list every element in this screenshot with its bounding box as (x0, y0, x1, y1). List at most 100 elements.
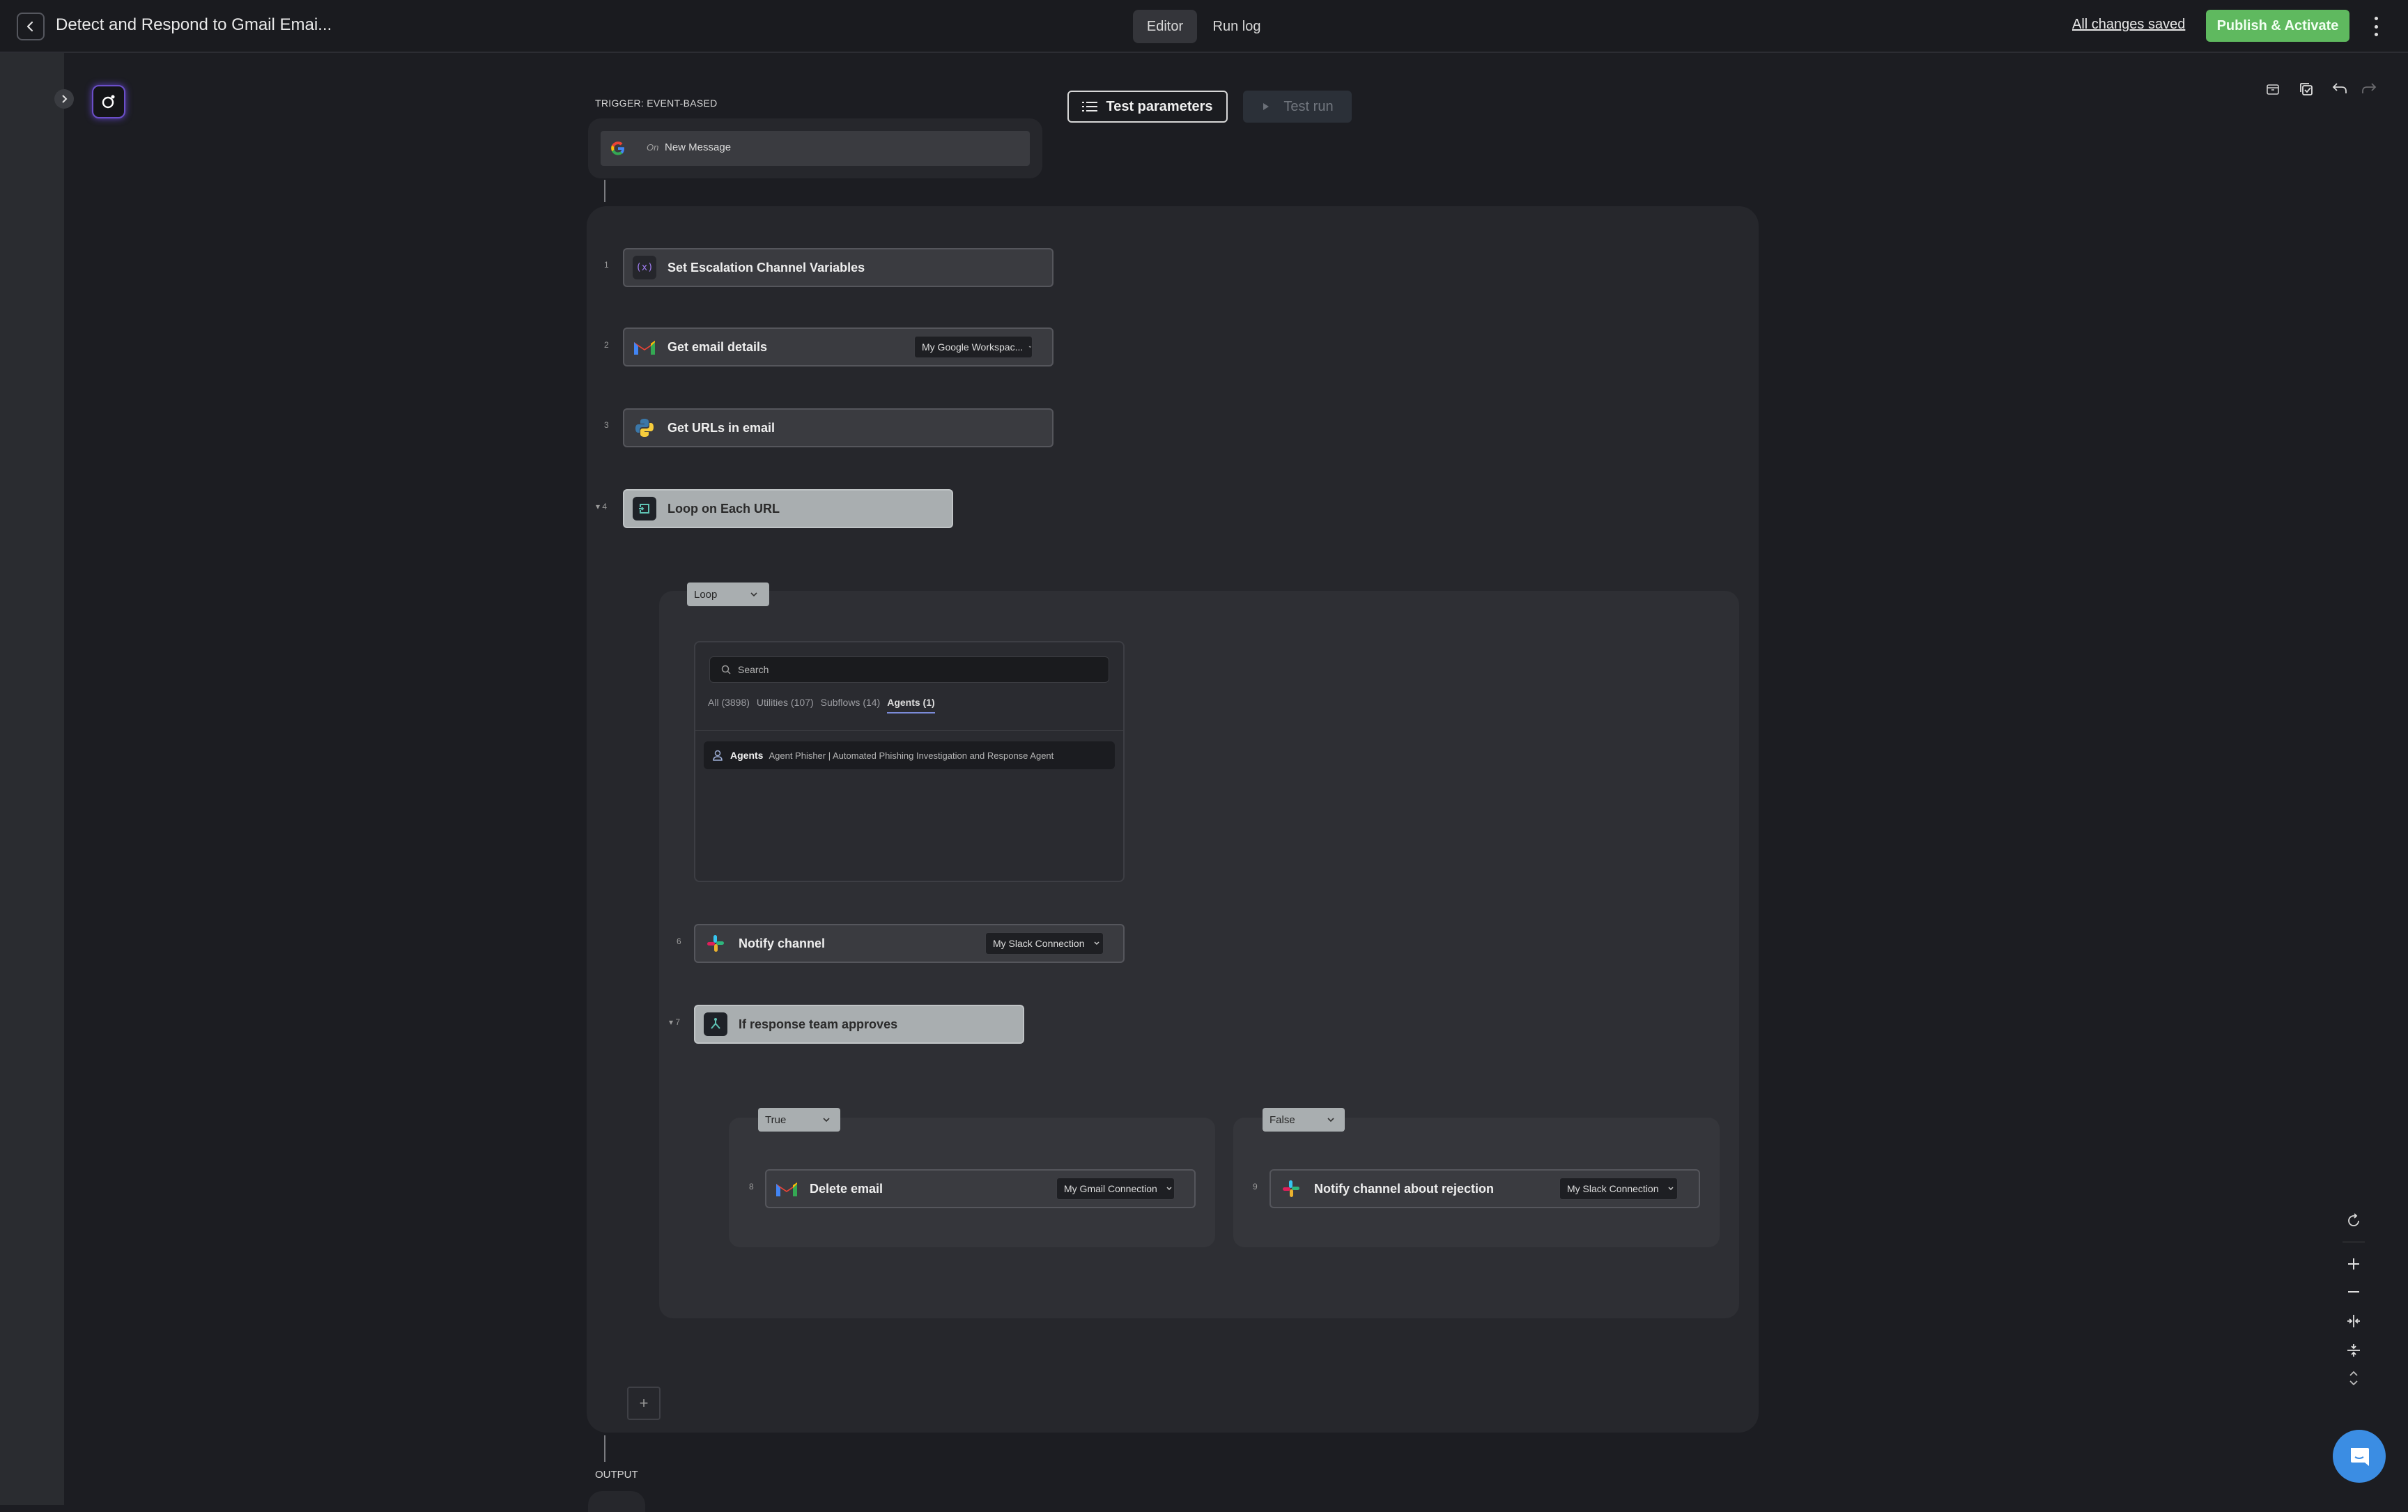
connection-label: My Slack Connection (993, 938, 1085, 949)
step-label: Set Escalation Channel Variables (667, 260, 865, 275)
search-icon (721, 665, 731, 674)
step-number: 4 (602, 502, 608, 511)
step-label: Notify channel about rejection (1314, 1181, 1495, 1196)
divider (695, 730, 1123, 731)
zoom-out-button[interactable] (2340, 1278, 2368, 1306)
connection-select[interactable]: My Slack Connection (985, 932, 1104, 955)
agent-icon (713, 750, 723, 761)
archive-icon (2267, 84, 2279, 95)
step-label: Notify channel (739, 936, 826, 950)
step-get-email-details[interactable]: Get email details My Google Workspac... (623, 327, 1054, 367)
step-number: 7 (675, 1017, 681, 1027)
agent-result-item[interactable]: Agents Agent Phisher | Automated Phishin… (704, 741, 1115, 769)
redo-button[interactable] (2356, 75, 2382, 100)
chevrons-vertical-icon (2349, 1371, 2358, 1386)
step-number: 8 (749, 1182, 754, 1191)
connection-label: My Google Workspac... (922, 341, 1024, 353)
loop-icon (633, 497, 656, 520)
google-icon (611, 141, 624, 155)
list-icon (1082, 102, 1098, 111)
connection-label: My Slack Connection (1567, 1183, 1659, 1194)
fit-height-button[interactable] (2340, 1336, 2368, 1364)
step-number: 9 (1253, 1182, 1258, 1191)
step-label: Get URLs in email (667, 420, 775, 435)
step-notify-rejection[interactable]: Notify channel about rejection My Slack … (1269, 1169, 1700, 1208)
undo-icon (2332, 83, 2347, 93)
test-parameters-button[interactable]: Test parameters (1067, 91, 1228, 123)
trigger-step[interactable]: On New Message (601, 131, 1030, 166)
step-loop-each-url[interactable]: Loop on Each URL (623, 489, 953, 528)
false-label: False (1269, 1113, 1295, 1126)
connection-select[interactable]: My Gmail Connection (1056, 1178, 1175, 1200)
gmail-icon (775, 1177, 798, 1201)
redo-icon (2362, 83, 2377, 93)
connection-select[interactable]: My Slack Connection (1559, 1178, 1678, 1200)
reset-icon (2348, 1213, 2359, 1226)
step-number: 2 (604, 340, 609, 350)
fit-vertical-icon (2347, 1344, 2360, 1357)
loop-selector[interactable]: Loop (687, 583, 769, 606)
step-number: 6 (677, 936, 681, 946)
output-label: OUTPUT (595, 1469, 638, 1481)
chevron-down-icon (750, 592, 757, 597)
step-set-escalation-variables[interactable]: (x) Set Escalation Channel Variables (623, 248, 1054, 287)
undo-button[interactable] (2327, 75, 2352, 100)
step-label: If response team approves (739, 1017, 898, 1031)
archive-button[interactable] (2260, 77, 2285, 102)
tab-agents[interactable]: Agents (1) (887, 697, 935, 713)
action-search-input[interactable]: Search (709, 656, 1109, 683)
copy-button[interactable] (2294, 77, 2319, 102)
tab-all[interactable]: All (3898) (708, 697, 750, 713)
output-node[interactable] (588, 1491, 645, 1512)
test-run-button[interactable]: Test run (1243, 91, 1352, 123)
step-label: Delete email (810, 1181, 883, 1196)
trigger-label: TRIGGER: EVENT-BASED (595, 98, 718, 109)
slack-icon (704, 932, 727, 955)
fit-horizontal-icon (2347, 1315, 2360, 1327)
plus-icon (2348, 1258, 2359, 1270)
loop-label: Loop (694, 588, 718, 601)
chat-icon (2351, 1448, 2369, 1466)
chat-support-button[interactable] (2333, 1430, 2386, 1483)
copy-icon (2300, 83, 2313, 95)
chevron-down-icon (1166, 1187, 1172, 1191)
action-picker-panel: Search All (3898) Utilities (107) Subflo… (694, 641, 1125, 882)
add-step-button[interactable]: + (627, 1387, 661, 1420)
test-parameters-label: Test parameters (1106, 98, 1213, 114)
connection-select[interactable]: My Google Workspac... (914, 336, 1033, 358)
fit-width-button[interactable] (2340, 1307, 2368, 1335)
step-get-urls[interactable]: Get URLs in email (623, 408, 1054, 447)
chevron-down-icon (1327, 1118, 1334, 1123)
step-number: 3 (604, 420, 609, 430)
expand-collapse-button[interactable] (2340, 1364, 2368, 1392)
trigger-event: New Message (665, 141, 732, 153)
true-label: True (765, 1113, 787, 1126)
chevron-down-icon (1028, 346, 1032, 348)
false-branch-selector[interactable]: False (1263, 1108, 1345, 1132)
trigger-on-label: On (647, 142, 659, 153)
step-number-collapsible: ▾ 7 (669, 1017, 681, 1027)
variables-icon: (x) (633, 256, 656, 279)
action-category-tabs: All (3898) Utilities (107) Subflows (14)… (708, 697, 935, 713)
zoom-in-button[interactable] (2340, 1250, 2368, 1278)
branch-icon (704, 1012, 727, 1036)
result-category: Agents (730, 750, 764, 761)
step-notify-channel[interactable]: Notify channel My Slack Connection (694, 924, 1125, 963)
python-icon (633, 416, 656, 440)
play-icon (1263, 103, 1269, 110)
chevron-down-icon (823, 1118, 830, 1123)
tab-subflows[interactable]: Subflows (14) (821, 697, 881, 713)
reset-view-button[interactable] (2340, 1207, 2368, 1235)
true-branch-selector[interactable]: True (758, 1108, 840, 1132)
step-label: Get email details (667, 339, 768, 354)
step-if-approves[interactable]: If response team approves (694, 1005, 1024, 1044)
chevron-down-icon (1667, 1187, 1674, 1191)
step-number-collapsible: ▾ 4 (596, 502, 608, 511)
gmail-icon (633, 335, 656, 359)
step-label: Loop on Each URL (667, 501, 780, 516)
tab-utilities[interactable]: Utilities (107) (757, 697, 814, 713)
minus-icon (2348, 1291, 2359, 1293)
step-delete-email[interactable]: Delete email My Gmail Connection (765, 1169, 1196, 1208)
result-text: Agent Phisher | Automated Phishing Inves… (769, 750, 1054, 761)
search-placeholder: Search (738, 664, 769, 675)
